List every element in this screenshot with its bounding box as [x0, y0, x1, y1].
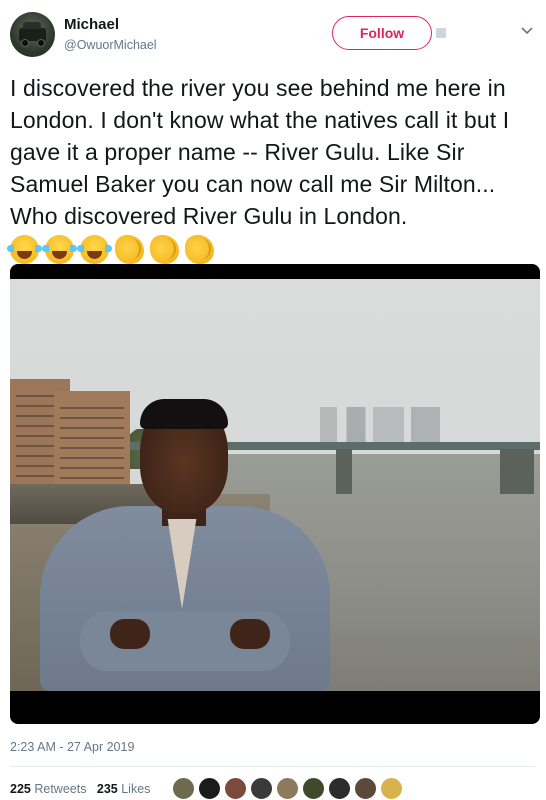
- tweet-body: I discovered the river you see behind me…: [10, 75, 510, 229]
- chevron-down-icon[interactable]: [520, 24, 534, 38]
- liker-avatar[interactable]: [354, 777, 377, 800]
- retweets-count: 225: [10, 782, 31, 796]
- user-handle[interactable]: @OwuorMichael: [64, 38, 157, 52]
- bridge-pier: [500, 449, 534, 494]
- clapping-hands-icon: [150, 234, 179, 264]
- face-with-tears-of-joy-icon: [7, 234, 42, 264]
- liker-avatar[interactable]: [380, 777, 403, 800]
- likes-stat[interactable]: 235 Likes: [97, 782, 151, 796]
- emoji-row: [7, 234, 220, 266]
- liker-avatar[interactable]: [250, 777, 273, 800]
- likes-label: Likes: [121, 782, 151, 796]
- user-name[interactable]: Michael: [64, 16, 119, 33]
- tweet-timestamp[interactable]: 2:23 AM - 27 Apr 2019: [10, 740, 134, 754]
- photo-man-by-river: [10, 279, 540, 691]
- clapping-hands-icon: [185, 234, 214, 264]
- liker-avatar[interactable]: [224, 777, 247, 800]
- liker-avatar[interactable]: [172, 777, 195, 800]
- clapping-hands-icon: [115, 234, 144, 264]
- face-with-tears-of-joy-icon: [42, 234, 77, 264]
- tweet-header: Michael @OwuorMichael Follow: [0, 0, 546, 62]
- liker-avatar[interactable]: [276, 777, 299, 800]
- divider: [10, 766, 536, 767]
- liker-avatar[interactable]: [302, 777, 325, 800]
- liker-avatar[interactable]: [198, 777, 221, 800]
- face-with-tears-of-joy-icon: [77, 234, 112, 264]
- tweet-photo[interactable]: [10, 264, 540, 724]
- tweet-stats: 225 Retweets 235 Likes: [10, 782, 150, 796]
- likes-count: 235: [96, 782, 118, 796]
- follow-button[interactable]: Follow: [332, 16, 432, 50]
- bridge-pier: [336, 449, 352, 494]
- person: [40, 399, 330, 691]
- liker-avatar[interactable]: [328, 777, 351, 800]
- retweets-stat[interactable]: 225 Retweets: [10, 782, 86, 796]
- tweet-text: I discovered the river you see behind me…: [7, 72, 540, 266]
- likers-avatars: [172, 777, 406, 800]
- retweets-label: Retweets: [34, 782, 87, 796]
- city-skyline: [320, 407, 440, 443]
- follow-extra-icon: [436, 28, 446, 38]
- avatar[interactable]: [10, 12, 55, 57]
